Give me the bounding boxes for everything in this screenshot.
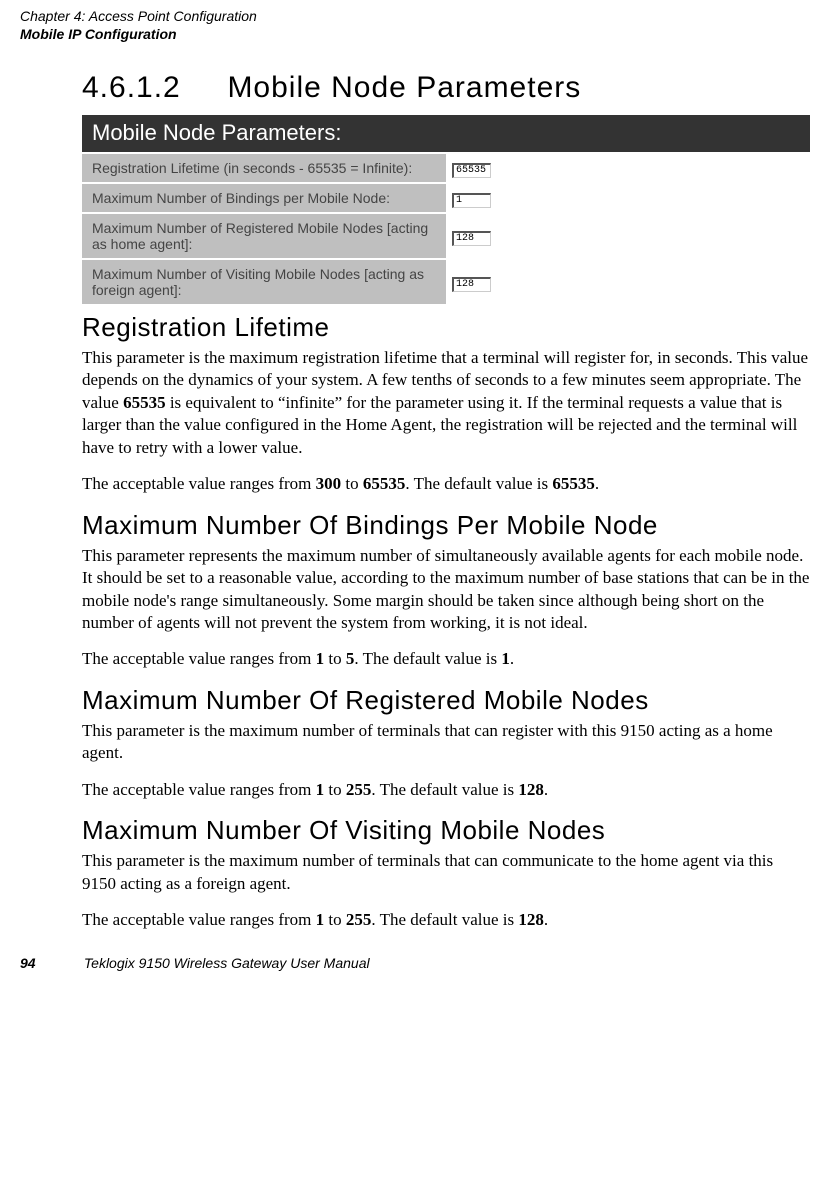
paragraph: The acceptable value ranges from 1 to 5.… bbox=[82, 648, 810, 670]
param-label: Maximum Number of Registered Mobile Node… bbox=[82, 213, 446, 259]
subhead-max-registered: Maximum Number Of Registered Mobile Node… bbox=[82, 685, 810, 716]
page-number: 94 bbox=[20, 955, 80, 971]
param-row-max-visiting: Maximum Number of Visiting Mobile Nodes … bbox=[82, 259, 810, 304]
running-header-line2: Mobile IP Configuration bbox=[20, 26, 814, 44]
param-row-max-bindings: Maximum Number of Bindings per Mobile No… bbox=[82, 183, 810, 213]
registration-lifetime-input[interactable]: 65535 bbox=[452, 163, 491, 178]
running-header: Chapter 4: Access Point Configuration Mo… bbox=[20, 8, 814, 43]
footer-title: Teklogix 9150 Wireless Gateway User Manu… bbox=[84, 955, 370, 971]
max-bindings-input[interactable]: 1 bbox=[452, 193, 491, 208]
paragraph: This parameter represents the maximum nu… bbox=[82, 545, 810, 635]
max-registered-input[interactable]: 128 bbox=[452, 231, 491, 246]
paragraph: The acceptable value ranges from 300 to … bbox=[82, 473, 810, 495]
paragraph: This parameter is the maximum number of … bbox=[82, 850, 810, 895]
param-label: Maximum Number of Visiting Mobile Nodes … bbox=[82, 259, 446, 304]
panel-title: Mobile Node Parameters: bbox=[82, 115, 810, 153]
subhead-max-bindings: Maximum Number Of Bindings Per Mobile No… bbox=[82, 510, 810, 541]
subhead-registration-lifetime: Registration Lifetime bbox=[82, 312, 810, 343]
paragraph: The acceptable value ranges from 1 to 25… bbox=[82, 779, 810, 801]
paragraph: The acceptable value ranges from 1 to 25… bbox=[82, 909, 810, 931]
param-row-max-registered: Maximum Number of Registered Mobile Node… bbox=[82, 213, 810, 259]
page-footer: 94 Teklogix 9150 Wireless Gateway User M… bbox=[20, 955, 814, 971]
param-label: Registration Lifetime (in seconds - 6553… bbox=[82, 153, 446, 183]
paragraph: This parameter is the maximum number of … bbox=[82, 720, 810, 765]
section-title: Mobile Node Parameters bbox=[227, 71, 581, 104]
paragraph: This parameter is the maximum registrati… bbox=[82, 347, 810, 459]
section-number: 4.6.1.2 bbox=[82, 71, 181, 104]
running-header-line1: Chapter 4: Access Point Configuration bbox=[20, 8, 814, 26]
param-label: Maximum Number of Bindings per Mobile No… bbox=[82, 183, 446, 213]
mobile-node-parameters-panel: Mobile Node Parameters: Registration Lif… bbox=[82, 115, 810, 304]
section-heading: 4.6.1.2 Mobile Node Parameters bbox=[82, 71, 810, 105]
param-row-registration-lifetime: Registration Lifetime (in seconds - 6553… bbox=[82, 153, 810, 183]
max-visiting-input[interactable]: 128 bbox=[452, 277, 491, 292]
subhead-max-visiting: Maximum Number Of Visiting Mobile Nodes bbox=[82, 815, 810, 846]
